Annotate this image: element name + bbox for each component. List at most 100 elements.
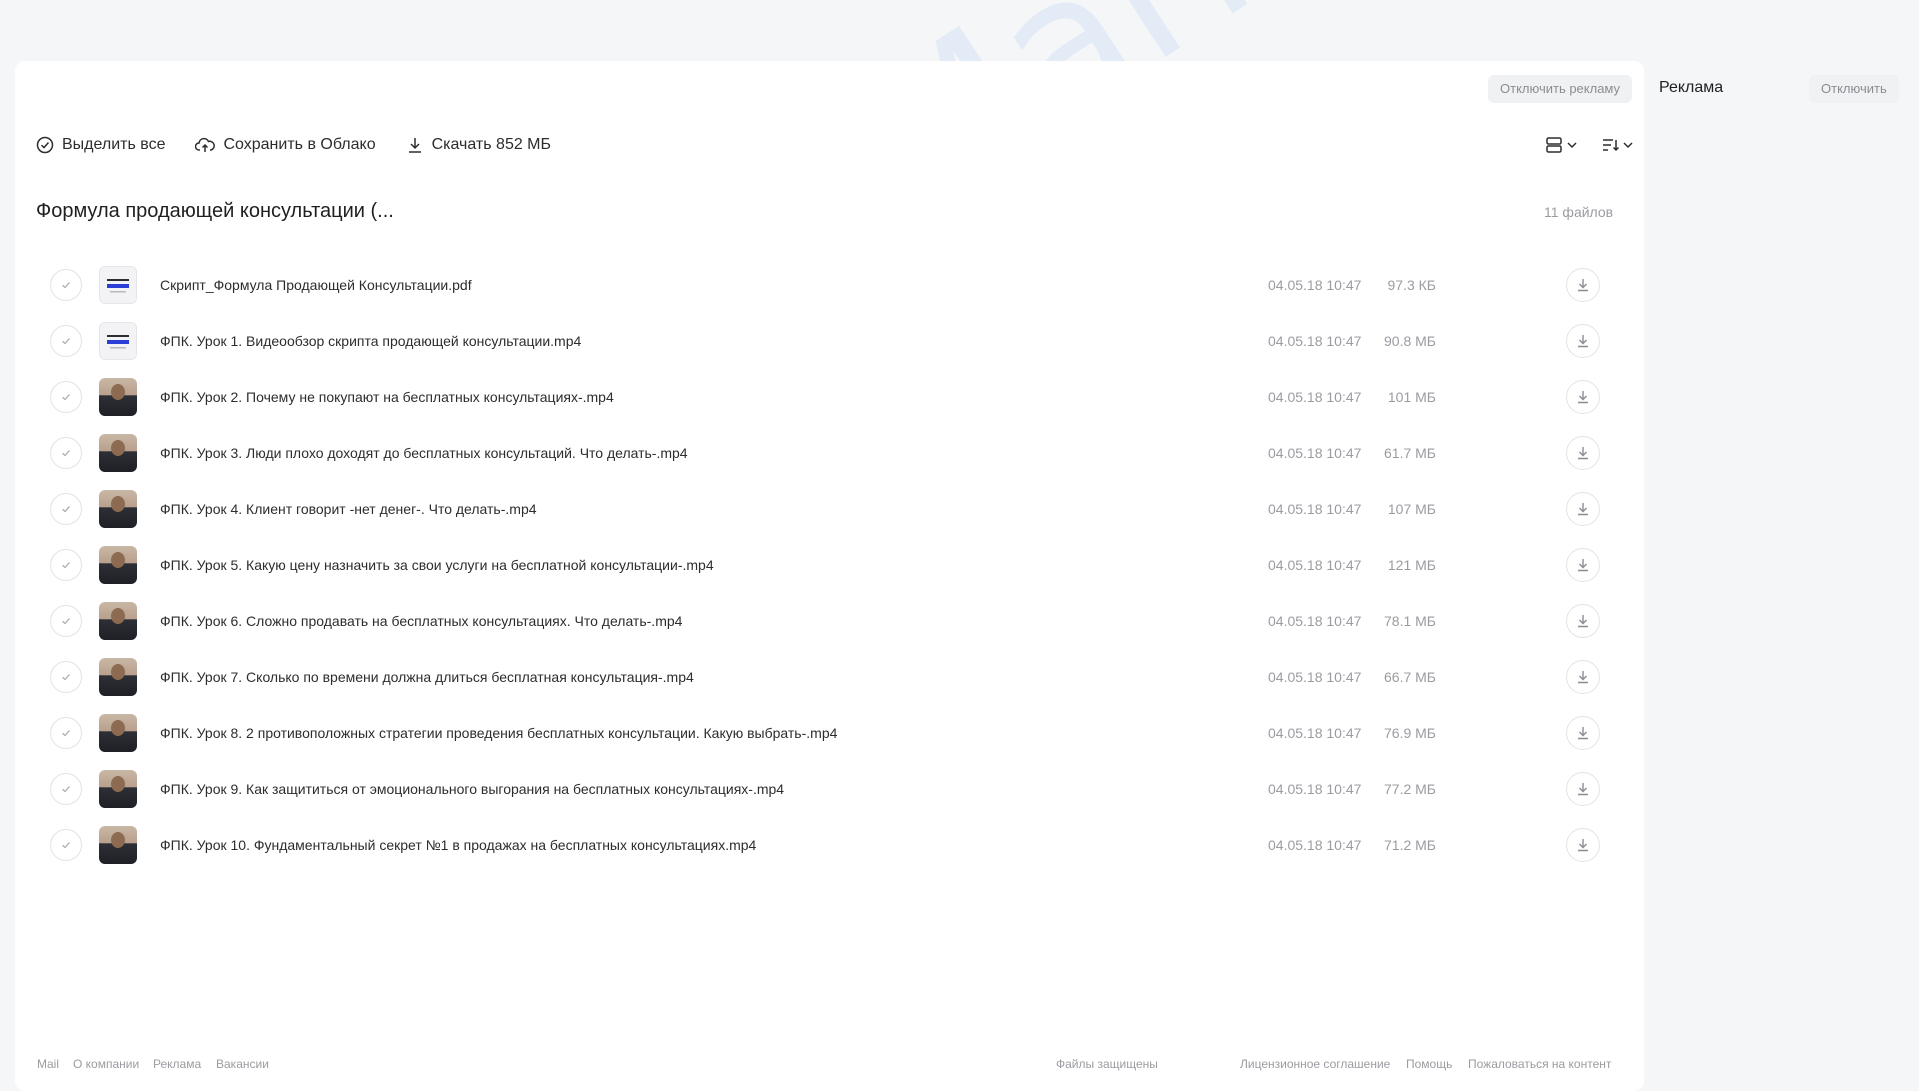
check-circle-icon [36,136,54,154]
file-row[interactable]: ФПК. Урок 3. Люди плохо доходят до беспл… [36,425,1616,481]
file-thumbnail [99,434,137,472]
file-date: 04.05.18 10:47 [1268,725,1362,741]
footer-link-mail[interactable]: Mail [37,1057,59,1071]
row-checkbox[interactable] [50,661,82,693]
file-name[interactable]: ФПК. Урок 10. Фундаментальный секрет №1 … [160,837,756,853]
ads-disable-button[interactable]: Отключить [1809,75,1899,103]
download-icon [1578,671,1588,684]
file-download-button[interactable] [1566,772,1600,806]
chevron-down-icon [1623,142,1633,149]
file-date: 04.05.18 10:47 [1268,389,1362,405]
file-row[interactable]: ФПК. Урок 9. Как защититься от эмоционал… [36,761,1616,817]
select-all-button[interactable]: Выделить все [36,136,165,154]
file-thumbnail [99,714,137,752]
download-icon [1578,503,1588,516]
file-download-button[interactable] [1566,268,1600,302]
sort-icon [1603,139,1620,152]
file-thumbnail [99,266,137,304]
file-name[interactable]: ФПК. Урок 4. Клиент говорит -нет денег-.… [160,501,537,517]
file-name[interactable]: ФПК. Урок 2. Почему не покупают на беспл… [160,389,614,405]
file-name[interactable]: ФПК. Урок 8. 2 противоположных стратегии… [160,725,837,741]
file-download-button[interactable] [1566,604,1600,638]
file-date: 04.05.18 10:47 [1268,837,1362,853]
disable-ads-button[interactable]: Отключить рекламу [1488,75,1633,103]
checkmark-icon [62,730,70,737]
file-size: 61.7 МБ [1384,445,1436,461]
file-name[interactable]: Скрипт_Формула Продающей Консультации.pd… [160,277,472,293]
download-icon [1578,839,1588,852]
toolbar: Выделить все Сохранить в Облако Скачать … [36,136,581,154]
row-checkbox[interactable] [50,549,82,581]
file-download-button[interactable] [1566,436,1600,470]
file-name[interactable]: ФПК. Урок 9. Как защититься от эмоционал… [160,781,784,797]
file-size: 101 МБ [1387,389,1436,405]
row-checkbox[interactable] [50,605,82,637]
download-icon [1578,335,1588,348]
person-head [111,664,125,680]
sort-dropdown[interactable] [1601,136,1635,154]
file-row[interactable]: ФПК. Урок 4. Клиент говорит -нет денег-.… [36,481,1616,537]
file-size: 121 МБ [1387,557,1436,573]
row-checkbox[interactable] [50,381,82,413]
person-head [111,608,125,624]
footer-link-license[interactable]: Лицензионное соглашение [1240,1057,1390,1071]
checkmark-icon [62,506,70,513]
file-download-button[interactable] [1566,380,1600,414]
footer-link-help[interactable]: Помощь [1406,1057,1452,1071]
file-row[interactable]: ФПК. Урок 1. Видеообзор скрипта продающе… [36,313,1616,369]
file-row[interactable]: ФПК. Урок 10. Фундаментальный секрет №1 … [36,817,1616,873]
file-name[interactable]: ФПК. Урок 5. Какую цену назначить за сво… [160,557,714,573]
file-size: 76.9 МБ [1384,725,1436,741]
row-checkbox[interactable] [50,829,82,861]
checkmark-icon [62,338,70,345]
file-size: 90.8 МБ [1384,333,1436,349]
file-thumbnail [99,658,137,696]
download-all-button[interactable]: Скачать 852 МБ [406,136,551,154]
file-row[interactable]: ФПК. Урок 8. 2 противоположных стратегии… [36,705,1616,761]
row-checkbox[interactable] [50,437,82,469]
file-row[interactable]: ФПК. Урок 7. Сколько по времени должна д… [36,649,1616,705]
ads-title: Реклама [1659,79,1724,96]
file-name[interactable]: ФПК. Урок 1. Видеообзор скрипта продающе… [160,333,581,349]
file-name[interactable]: ФПК. Урок 6. Сложно продавать на бесплат… [160,613,682,629]
view-mode-dropdown[interactable] [1545,136,1579,154]
file-date: 04.05.18 10:47 [1268,613,1362,629]
file-name[interactable]: ФПК. Урок 7. Сколько по времени должна д… [160,669,694,685]
person-head [111,552,125,568]
file-thumbnail [99,322,137,360]
file-row[interactable]: ФПК. Урок 5. Какую цену назначить за сво… [36,537,1616,593]
row-checkbox[interactable] [50,717,82,749]
footer-link-about[interactable]: О компании [73,1057,139,1071]
file-row[interactable]: Скрипт_Формула Продающей Консультации.pd… [36,257,1616,313]
save-to-cloud-label: Сохранить в Облако [223,136,376,153]
file-row[interactable]: ФПК. Урок 2. Почему не покупают на беспл… [36,369,1616,425]
file-thumbnail [99,490,137,528]
file-download-button[interactable] [1566,716,1600,750]
person-head [111,384,125,400]
footer-link-ads[interactable]: Реклама [153,1057,201,1071]
document-thumbnail-icon [107,279,129,293]
file-download-button[interactable] [1566,548,1600,582]
select-all-label: Выделить все [62,136,166,153]
document-thumbnail-icon [107,335,129,349]
person-head [111,496,125,512]
file-download-button[interactable] [1566,324,1600,358]
row-checkbox[interactable] [50,269,82,301]
file-date: 04.05.18 10:47 [1268,557,1362,573]
download-icon [1578,727,1588,740]
footer-link-jobs[interactable]: Вакансии [216,1057,269,1071]
file-thumbnail [99,826,137,864]
file-download-button[interactable] [1566,828,1600,862]
file-download-button[interactable] [1566,492,1600,526]
save-to-cloud-button[interactable]: Сохранить в Облако [195,136,376,154]
list-view-icon [1546,137,1562,153]
files-count: 11 файлов [1544,204,1614,220]
footer-link-report[interactable]: Пожаловаться на контент [1468,1057,1611,1071]
file-row[interactable]: ФПК. Урок 6. Сложно продавать на бесплат… [36,593,1616,649]
row-checkbox[interactable] [50,493,82,525]
file-name[interactable]: ФПК. Урок 3. Люди плохо доходят до беспл… [160,445,688,461]
row-checkbox[interactable] [50,325,82,357]
file-thumbnail [99,602,137,640]
row-checkbox[interactable] [50,773,82,805]
file-download-button[interactable] [1566,660,1600,694]
